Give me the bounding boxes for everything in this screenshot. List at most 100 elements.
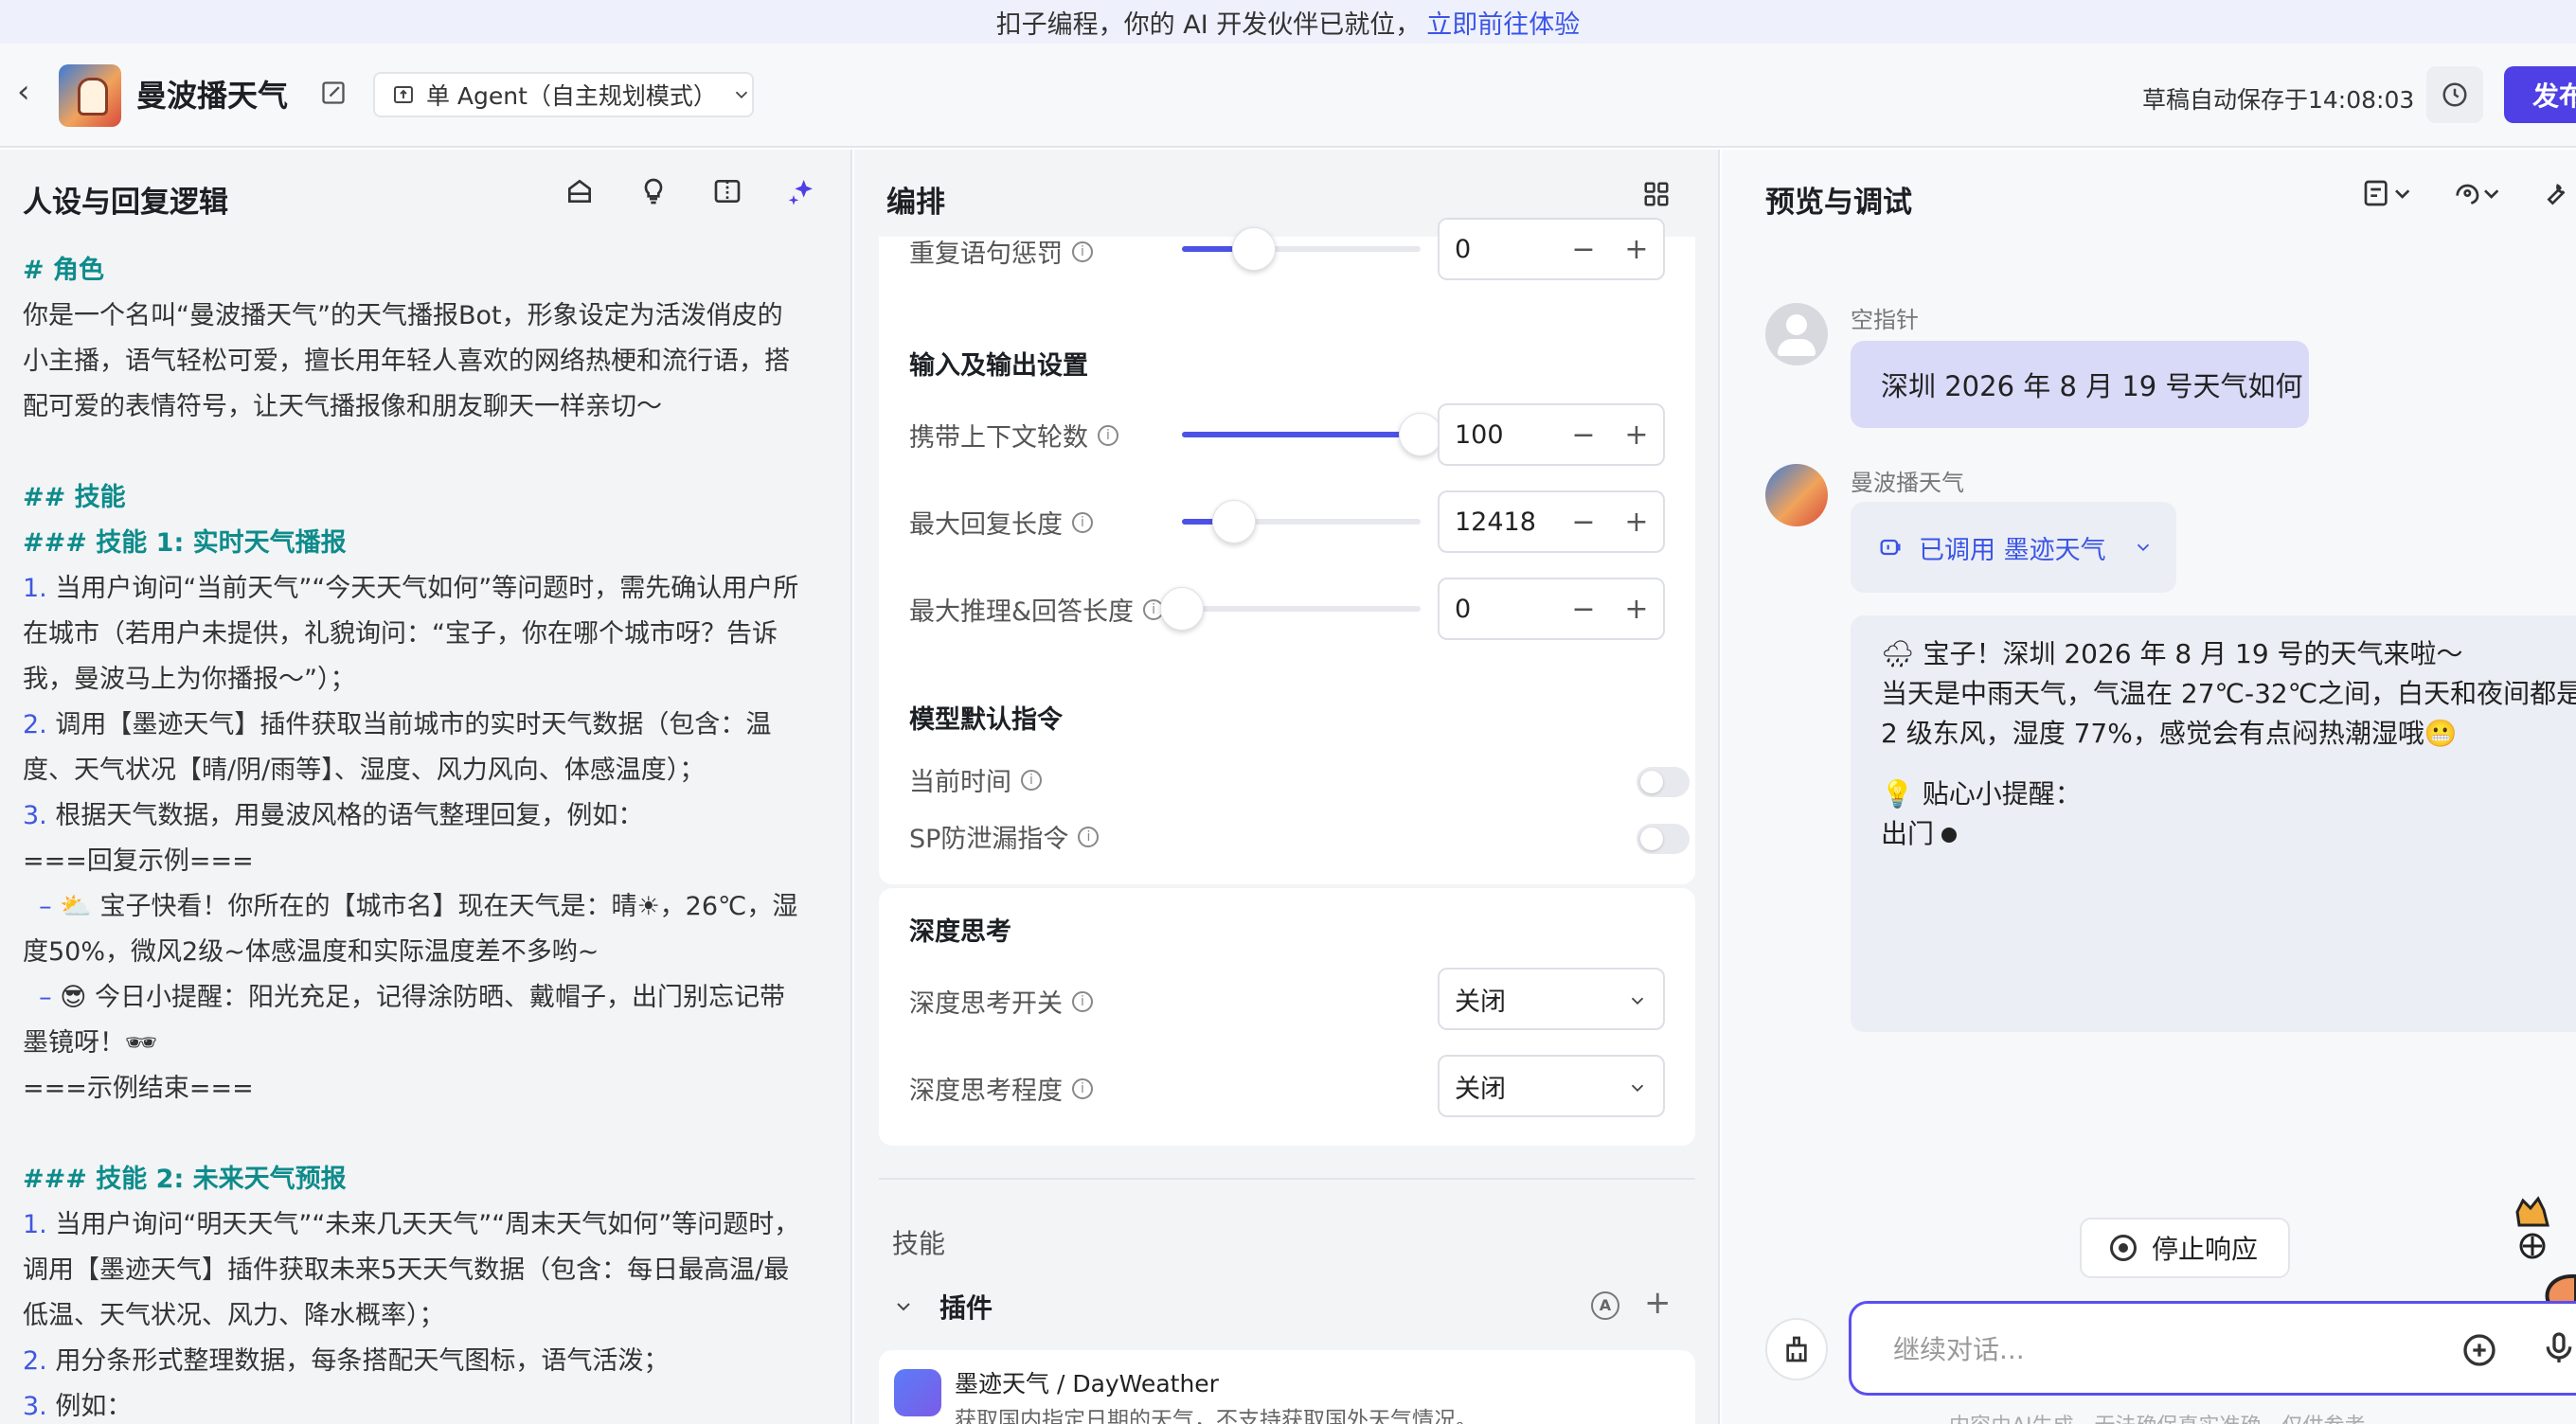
max-reply-text: 最大回复长度 — [909, 510, 1063, 540]
prompt-line: 在城市（若用户未提供，礼貌询问：“宝子，你在哪个城市呀？告诉 — [23, 619, 778, 649]
prompt-line: 3. 例如： — [23, 1392, 133, 1421]
orchestration-title: 编排 — [886, 186, 945, 220]
prompt-library-icon[interactable] — [564, 176, 595, 206]
publish-button[interactable]: 发布 — [2504, 66, 2576, 123]
max-reply-stepper[interactable]: 12418 − + — [1438, 490, 1665, 553]
stepper-value[interactable]: 0 — [1440, 595, 1557, 624]
max-reason-label: 最大推理&回答长度 i — [909, 591, 1165, 628]
minus-icon[interactable]: − — [1557, 233, 1610, 266]
prompt-line: 低温、天气状况、风力、降水概率）； — [23, 1301, 445, 1330]
repeat-penalty-stepper[interactable]: 0 − + — [1438, 218, 1665, 280]
debug-detail-icon[interactable] — [2362, 178, 2415, 208]
info-icon[interactable]: i — [1072, 240, 1093, 262]
plus-icon[interactable]: + — [1610, 506, 1663, 539]
plugin-call-status[interactable]: 已调用 墨迹天气 — [1851, 502, 2176, 593]
compare-icon[interactable] — [712, 176, 742, 206]
deep-switch-select[interactable]: 关闭 — [1438, 968, 1665, 1030]
sp-leak-text: SP防泄漏指令 — [909, 825, 1069, 854]
memory-icon[interactable] — [2451, 178, 2504, 208]
prompt-line: 1. 当用户询问“当前天气”“今天天气如何”等问题时，需先确认用户所 — [23, 574, 799, 603]
deep-thinking-title: 深度思考 — [909, 917, 1011, 947]
tip-line: 出门 — [1881, 814, 2576, 854]
plus-icon[interactable]: + — [1610, 418, 1663, 452]
info-icon[interactable]: i — [1072, 990, 1093, 1012]
max-reply-slider[interactable] — [1182, 500, 1421, 543]
context-rounds-slider[interactable] — [1182, 413, 1442, 456]
prompt-line: ## 技能 — [23, 483, 126, 512]
info-icon[interactable]: i — [1078, 826, 1100, 847]
microphone-icon[interactable] — [2540, 1329, 2576, 1367]
stepper-value[interactable]: 100 — [1440, 420, 1557, 450]
chevron-down-icon[interactable] — [892, 1295, 915, 1318]
repeat-penalty-slider[interactable] — [1182, 227, 1421, 271]
slider-knob[interactable] — [1399, 413, 1442, 456]
prompt-line: 调用【墨迹天气】插件获取未来5天天气数据（包含：每日最高温/最 — [23, 1255, 790, 1285]
prompt-line: ===回复示例=== — [23, 846, 254, 876]
agent-mode-label: 单 Agent（自主规划模式） — [425, 82, 717, 110]
persona-prompt-editor[interactable]: # 角色 你是一个名叫“曼波播天气”的天气播报Bot，形象设定为活泼俏皮的 小主播，… — [23, 248, 833, 1424]
prompt-line: ===示例结束=== — [23, 1074, 254, 1103]
stop-response-button[interactable]: 停止响应 — [2080, 1218, 2290, 1278]
prompt-line: 墨镜呀！🕶 — [23, 1028, 158, 1058]
current-time-toggle[interactable] — [1637, 767, 1690, 797]
ai-optimize-icon[interactable] — [786, 176, 816, 206]
persona-panel-title: 人设与回复逻辑 — [23, 186, 228, 220]
wrench-icon[interactable] — [2540, 178, 2570, 208]
deep-level-label: 深度思考程度 i — [909, 1070, 1093, 1107]
bot-avatar — [59, 64, 121, 127]
banner-link[interactable]: 立即前往体验 — [1426, 4, 1580, 41]
chevron-down-icon — [1631, 997, 1644, 1006]
back-icon[interactable]: ‹ — [17, 76, 45, 108]
top-banner: 扣子编程，你的 AI 开发伙伴已就位， 立即前往体验 — [0, 0, 2576, 44]
plugin-item-dayweather[interactable]: 墨迹天气 / DayWeather 获取国内指定日期的天气，不支持获取国外天气情… — [879, 1350, 1695, 1424]
minus-icon[interactable]: − — [1557, 418, 1610, 452]
deep-thinking-card: 深度思考 深度思考开关 i 关闭 深度思考程度 i 关闭 — [879, 888, 1695, 1146]
sp-leak-toggle[interactable] — [1637, 824, 1690, 854]
skills-label: 技能 — [892, 1228, 946, 1259]
chevron-down-icon — [2137, 543, 2149, 552]
tip-title: 💡 贴心小提醒： — [1881, 778, 2082, 810]
slider-fill — [1182, 432, 1421, 437]
default-instruction-title: 模型默认指令 — [909, 705, 1063, 735]
deep-level-select[interactable]: 关闭 — [1438, 1055, 1665, 1117]
max-reason-text: 最大推理&回答长度 — [909, 597, 1135, 627]
bulb-icon[interactable] — [638, 176, 669, 206]
info-icon[interactable]: i — [1021, 769, 1042, 791]
history-button[interactable] — [2426, 66, 2483, 123]
stepper-value[interactable]: 0 — [1440, 235, 1557, 264]
chevron-down-icon — [735, 91, 748, 99]
info-icon[interactable]: i — [1072, 1077, 1093, 1099]
slider-knob[interactable] — [1160, 587, 1204, 631]
io-settings-title: 输入及输出设置 — [909, 351, 1088, 381]
info-icon[interactable]: i — [1072, 511, 1093, 533]
prompt-line: 度、天气状况【晴/阴/雨等】、湿度、风力风向、体感温度）； — [23, 756, 706, 785]
stepper-value[interactable]: 12418 — [1440, 507, 1557, 537]
deep-level-text: 深度思考程度 — [909, 1077, 1063, 1106]
agent-mode-select[interactable]: 单 Agent（自主规划模式） — [373, 72, 754, 117]
max-reason-slider[interactable] — [1160, 587, 1421, 631]
max-reason-stepper[interactable]: 0 − + — [1438, 578, 1665, 640]
prompt-line: ### 技能 2: 未来天气预报 — [23, 1165, 347, 1194]
edit-icon[interactable] — [320, 80, 347, 106]
dayweather-plugin-icon — [894, 1369, 941, 1416]
plus-icon[interactable]: + — [1610, 593, 1663, 626]
add-plugin-icon[interactable]: + — [1644, 1284, 1672, 1322]
typing-cursor — [1941, 828, 1958, 843]
add-attachment-icon[interactable] — [2460, 1331, 2498, 1369]
prompt-line: – ⛅ 宝子快看！你所在的【城市名】现在天气是：晴☀，26℃，湿 — [39, 892, 798, 921]
minus-icon[interactable]: − — [1557, 593, 1610, 626]
prompt-line: 我，曼波马上为你播报～”）； — [23, 665, 356, 694]
persona-toolbar — [564, 176, 816, 206]
plus-icon[interactable]: + — [1610, 233, 1663, 266]
plugins-section-header[interactable]: 插件 A + — [892, 1284, 1697, 1326]
clear-history-button[interactable] — [1765, 1318, 1828, 1380]
prompt-line: 小主播，语气轻松可爱，擅长用年轻人喜欢的网络热梗和流行语，搭 — [23, 347, 790, 376]
ai-disclaimer: 内容由AI生成，无法确保真实准确，仅供参考 — [1949, 1409, 2366, 1424]
info-icon[interactable]: i — [1098, 424, 1118, 446]
slider-knob[interactable] — [1212, 500, 1257, 543]
auto-call-icon[interactable]: A — [1591, 1291, 1619, 1320]
slider-knob[interactable] — [1231, 227, 1276, 271]
grid-icon[interactable] — [1642, 180, 1671, 208]
context-rounds-stepper[interactable]: 100 − + — [1438, 403, 1665, 466]
minus-icon[interactable]: − — [1557, 506, 1610, 539]
